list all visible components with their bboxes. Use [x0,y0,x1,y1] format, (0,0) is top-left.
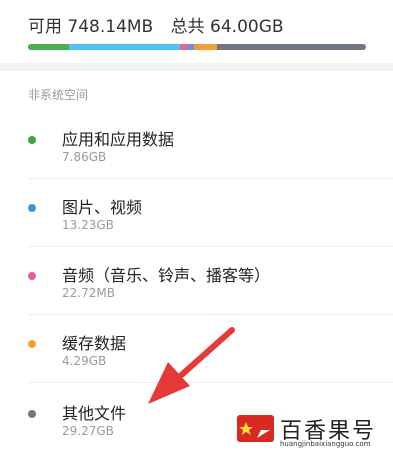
storage-item-title: 其他文件 [62,404,127,423]
divider [28,246,393,247]
usage-segment-apps [28,44,69,50]
watermark-logo-icon [237,415,274,442]
category-dot-icon [28,272,36,280]
storage-header: 可用 748.14MB 总共 64.00GB [0,0,393,63]
section-title: 非系统空间 [28,88,89,102]
total-value: 64.00GB [210,17,284,37]
divider [28,314,393,315]
storage-item-size: 7.86GB [62,150,107,164]
storage-item-size: 22.72MB [62,286,115,300]
storage-item-title: 应用和应用数据 [62,130,175,149]
storage-usage-bar [28,44,366,50]
storage-item-size: 29.27GB [62,424,114,438]
usage-segment-media [68,44,181,50]
category-dot-icon [28,204,36,212]
watermark-url: huangjinbaixiangguo.com [280,440,371,448]
category-dot-icon [28,136,36,144]
storage-item-title: 图片、视频 [62,198,143,217]
category-dot-icon [28,340,36,348]
category-dot-icon [28,410,36,418]
storage-item-title: 缓存数据 [62,334,127,353]
available-label: 可用 [28,17,62,37]
storage-item-size: 4.29GB [62,354,107,368]
available-value: 748.14MB [67,17,154,37]
storage-item-size: 13.23GB [62,218,114,232]
section-separator [0,63,393,71]
divider [28,382,393,383]
usage-segment-cache [193,44,218,50]
usage-segment-audio [180,44,187,50]
usage-segment-other-blue [186,44,194,50]
storage-item-title: 音频（音乐、铃声、播客等） [62,266,271,285]
divider [28,178,393,179]
watermark: 百香果号 huangjinbaixiangguo.com [232,411,393,450]
total-label: 总共 [170,17,205,37]
storage-summary: 可用 748.14MB 总共 64.00GB [28,12,284,37]
